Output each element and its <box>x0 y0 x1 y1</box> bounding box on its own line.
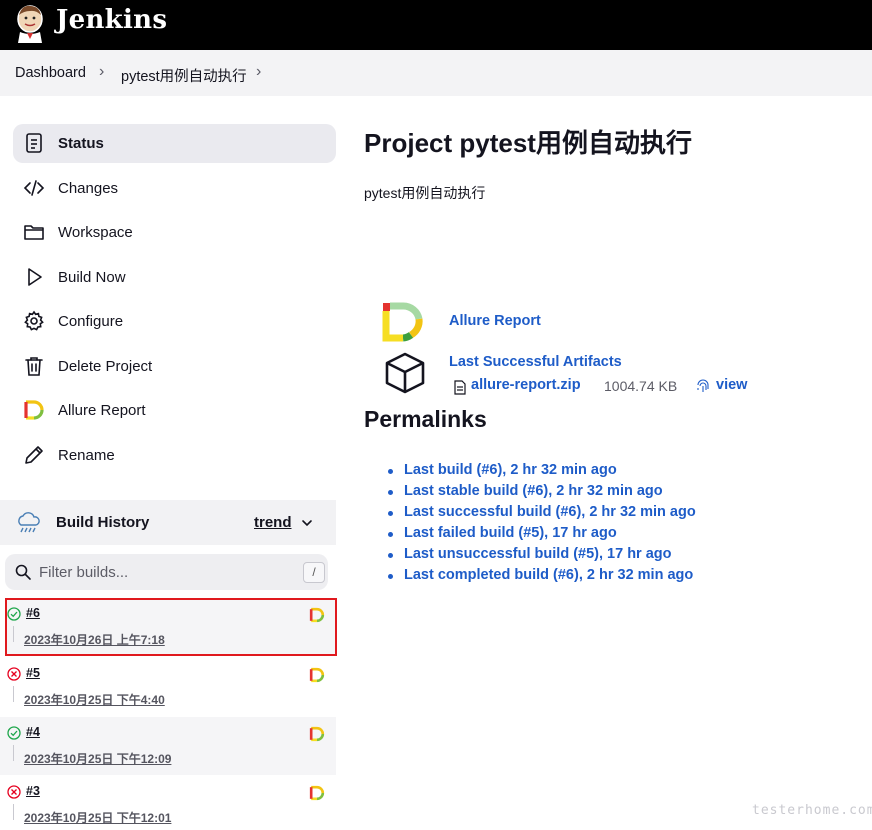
sidebar-item-label: Allure Report <box>58 402 146 419</box>
filter-builds-box: / <box>5 554 328 590</box>
allure-icon[interactable] <box>309 785 325 801</box>
sidebar-item-changes[interactable]: Changes <box>13 169 336 208</box>
build-row-6[interactable]: #6 2023年10月26日 上午7:18 <box>5 598 337 656</box>
trend-link[interactable]: trend <box>254 514 292 531</box>
success-check-icon <box>7 726 21 740</box>
watermark-text: testerhome.com <box>752 803 872 818</box>
permalink-last-completed-build[interactable]: Last completed build (#6), 2 hr 32 min a… <box>388 567 696 588</box>
sidebar-item-label: Rename <box>58 447 115 464</box>
project-description: pytest用例自动执行 <box>364 185 486 201</box>
allure-icon <box>24 400 44 420</box>
file-icon <box>454 380 466 395</box>
breadcrumb-project[interactable]: pytest用例自动执行 <box>121 65 247 86</box>
fingerprint-view-link[interactable]: view <box>716 377 747 393</box>
build-date-link[interactable]: 2023年10月26日 上午7:18 <box>24 631 165 648</box>
permalink-last-successful-build[interactable]: Last successful build (#6), 2 hr 32 min … <box>388 504 696 525</box>
allure-icon[interactable] <box>309 607 325 623</box>
success-check-icon <box>7 607 21 621</box>
filter-builds-input[interactable] <box>39 560 289 584</box>
allure-report-link[interactable]: Allure Report <box>449 313 541 329</box>
sidebar-item-allure-report[interactable]: Allure Report <box>13 391 336 430</box>
trash-icon <box>25 357 43 376</box>
allure-icon[interactable] <box>309 667 325 683</box>
sidebar-item-label: Delete Project <box>58 358 153 375</box>
folder-icon <box>24 225 44 240</box>
sidebar-item-label: Configure <box>58 313 124 330</box>
build-number-link[interactable]: #3 <box>26 784 40 798</box>
build-row-5[interactable]: #5 2023年10月25日 下午4:40 <box>0 658 336 716</box>
sidebar-item-status[interactable]: Status <box>13 124 336 163</box>
build-number-link[interactable]: #4 <box>26 725 40 739</box>
sidebar-item-label: Changes <box>58 180 119 197</box>
fingerprint-icon[interactable] <box>696 379 710 395</box>
sidebar-item-configure[interactable]: Configure <box>13 302 336 341</box>
timeline-connector <box>13 686 14 702</box>
breadcrumb-separator-icon: › <box>99 63 105 80</box>
status-document-icon <box>26 133 42 153</box>
build-history-title: Build History <box>56 514 150 531</box>
artifact-size: 1004.74 KB <box>604 378 678 394</box>
top-header: Jenkins <box>0 0 872 50</box>
build-history-header: Build History trend <box>0 500 336 545</box>
sidebar-item-label: Status <box>58 135 104 152</box>
gear-icon <box>24 310 44 331</box>
brand-title[interactable]: Jenkins <box>56 5 167 35</box>
allure-logo-icon[interactable] <box>381 301 425 343</box>
package-box-icon <box>385 352 425 394</box>
build-number-link[interactable]: #5 <box>26 666 40 680</box>
permalinks-heading: Permalinks <box>364 406 487 432</box>
allure-icon[interactable] <box>309 726 325 742</box>
permalinks-list: Last build (#6), 2 hr 32 min ago Last st… <box>388 462 696 588</box>
timeline-connector <box>13 804 14 820</box>
breadcrumb: Dashboard › pytest用例自动执行 › <box>0 50 872 96</box>
artifact-zip-link[interactable]: allure-report.zip <box>471 377 581 393</box>
breadcrumb-dashboard[interactable]: Dashboard <box>15 65 86 81</box>
keyboard-shortcut-badge: / <box>303 562 325 583</box>
sidebar-item-build-now[interactable]: Build Now <box>13 258 336 297</box>
permalink-last-unsuccessful-build[interactable]: Last unsuccessful build (#5), 17 hr ago <box>388 546 696 567</box>
page-title: Project pytest用例自动执行 <box>364 128 692 158</box>
build-date-link[interactable]: 2023年10月25日 下午12:01 <box>24 809 171 826</box>
permalink-last-failed-build[interactable]: Last failed build (#5), 17 hr ago <box>388 525 696 546</box>
sidebar-item-rename[interactable]: Rename <box>13 436 336 475</box>
build-number-link[interactable]: #6 <box>26 606 40 620</box>
permalink-last-stable-build[interactable]: Last stable build (#6), 2 hr 32 min ago <box>388 483 696 504</box>
sidebar-item-delete-project[interactable]: Delete Project <box>13 347 336 386</box>
timeline-connector <box>13 745 14 761</box>
sidebar-item-label: Workspace <box>58 224 133 241</box>
pencil-icon <box>25 446 43 464</box>
failure-cross-icon <box>7 667 21 681</box>
timeline-connector <box>13 626 14 642</box>
breadcrumb-dropdown-chevron-icon[interactable]: › <box>256 63 261 81</box>
build-date-link[interactable]: 2023年10月25日 下午12:09 <box>24 750 171 767</box>
permalink-last-build[interactable]: Last build (#6), 2 hr 32 min ago <box>388 462 696 483</box>
failure-cross-icon <box>7 785 21 799</box>
build-date-link[interactable]: 2023年10月25日 下午4:40 <box>24 691 165 708</box>
search-icon <box>15 564 31 580</box>
play-icon <box>28 268 42 286</box>
last-successful-artifacts-link[interactable]: Last Successful Artifacts <box>449 354 622 370</box>
weather-rain-cloud-icon <box>18 512 40 533</box>
build-row-3[interactable]: #3 2023年10月25日 下午12:01 <box>0 776 336 830</box>
sidebar-item-label: Build Now <box>58 269 126 286</box>
sidebar-item-workspace[interactable]: Workspace <box>13 213 336 252</box>
build-row-4[interactable]: #4 2023年10月25日 下午12:09 <box>0 717 336 775</box>
jenkins-logo-icon[interactable] <box>14 3 46 43</box>
chevron-down-icon[interactable] <box>300 516 314 530</box>
code-icon <box>23 180 45 196</box>
